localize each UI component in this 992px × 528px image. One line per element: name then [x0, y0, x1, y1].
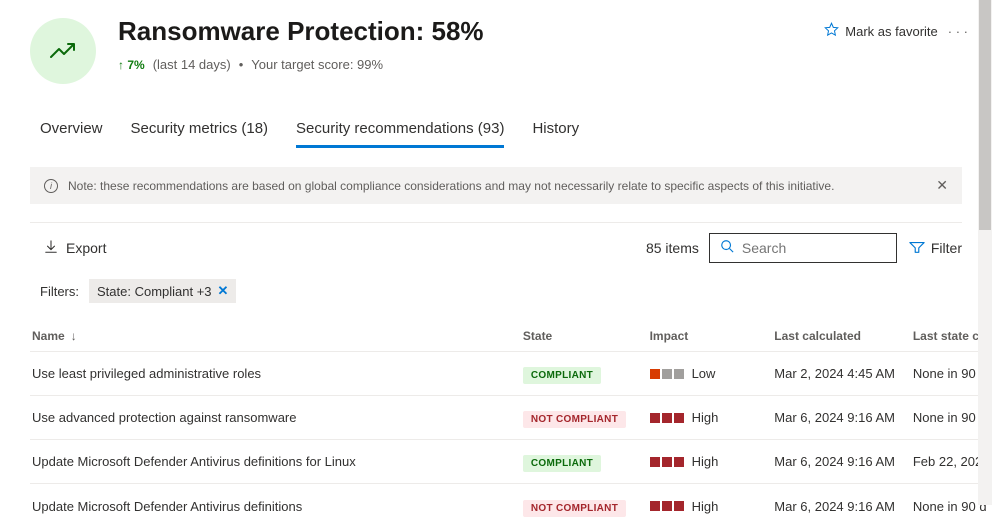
cell-last-calculated: Mar 6, 2024 9:16 AM: [774, 410, 913, 425]
status-badge: COMPLIANT: [523, 455, 601, 472]
download-icon: [44, 240, 58, 257]
tab-history[interactable]: History: [532, 120, 579, 148]
impact-bars-icon: [650, 501, 684, 511]
cell-last-calculated: Mar 2, 2024 4:45 AM: [774, 366, 913, 381]
filter-chip-state[interactable]: State: Compliant +3 ✕: [89, 279, 236, 303]
trend-up-icon: [30, 18, 96, 84]
separator-dot: •: [239, 57, 244, 72]
table-row[interactable]: Update Microsoft Defender Antivirus defi…: [30, 440, 992, 484]
cell-impact: High: [650, 499, 775, 514]
recommendations-table: Name ↓ State Impact Last calculated Last…: [30, 321, 992, 528]
cell-impact: High: [650, 454, 775, 469]
filter-icon: [909, 240, 925, 257]
search-icon: [720, 239, 734, 258]
mark-favorite-button[interactable]: Mark as favorite: [824, 22, 937, 40]
cell-name: Use least privileged administrative role…: [30, 366, 523, 381]
cell-last-calculated: Mar 6, 2024 9:16 AM: [774, 499, 913, 514]
filter-label: Filter: [931, 240, 962, 256]
trend-window: (last 14 days): [153, 57, 231, 72]
export-label: Export: [66, 240, 106, 256]
table-row[interactable]: Use advanced protection against ransomwa…: [30, 396, 992, 440]
page-title: Ransomware Protection: 58%: [118, 16, 824, 47]
cell-state: COMPLIANT: [523, 454, 650, 469]
filters-label: Filters:: [40, 284, 79, 299]
sort-down-icon: ↓: [71, 329, 77, 343]
status-badge: COMPLIANT: [523, 367, 601, 384]
info-icon: i: [44, 179, 58, 193]
status-badge: NOT COMPLIANT: [523, 411, 626, 428]
search-input[interactable]: [742, 240, 886, 256]
impact-bars-icon: [650, 413, 684, 423]
cell-state: COMPLIANT: [523, 366, 650, 381]
close-banner-button[interactable]: ✕: [936, 177, 948, 194]
tab-bar: Overview Security metrics (18) Security …: [0, 84, 992, 149]
col-header-name[interactable]: Name ↓: [30, 329, 523, 343]
col-header-last-calculated[interactable]: Last calculated: [774, 329, 913, 343]
cell-impact: High: [650, 410, 775, 425]
cell-last-calculated: Mar 6, 2024 9:16 AM: [774, 454, 913, 469]
tab-security-metrics[interactable]: Security metrics (18): [131, 120, 269, 148]
impact-bars-icon: [650, 457, 684, 467]
filter-button[interactable]: Filter: [909, 240, 962, 257]
col-header-state[interactable]: State: [523, 329, 650, 343]
cell-name: Update Microsoft Defender Antivirus defi…: [30, 454, 523, 469]
remove-filter-icon[interactable]: ✕: [218, 283, 229, 299]
filter-chip-text: State: Compliant +3: [97, 284, 212, 299]
tab-security-recommendations[interactable]: Security recommendations (93): [296, 120, 504, 148]
banner-text: Note: these recommendations are based on…: [68, 179, 834, 193]
scrollbar-thumb[interactable]: [979, 0, 991, 230]
cell-name: Update Microsoft Defender Antivirus defi…: [30, 499, 523, 514]
cell-state: NOT COMPLIANT: [523, 499, 650, 514]
vertical-scrollbar[interactable]: [978, 0, 992, 505]
search-box[interactable]: [709, 233, 897, 263]
favorite-label: Mark as favorite: [845, 24, 937, 39]
target-score-label: Your target score: 99%: [251, 57, 383, 72]
up-arrow-icon: ↑: [118, 58, 124, 72]
item-count: 85 items: [646, 240, 699, 256]
status-badge: NOT COMPLIANT: [523, 500, 626, 517]
cell-name: Use advanced protection against ransomwa…: [30, 410, 523, 425]
table-header-row: Name ↓ State Impact Last calculated Last…: [30, 321, 992, 352]
info-banner: i Note: these recommendations are based …: [30, 167, 962, 204]
trend-badge: ↑ 7%: [118, 58, 145, 72]
impact-bars-icon: [650, 369, 684, 379]
cell-impact: Low: [650, 366, 775, 381]
col-header-impact[interactable]: Impact: [650, 329, 775, 343]
table-row[interactable]: Update Microsoft Defender Antivirus defi…: [30, 484, 992, 528]
tab-overview[interactable]: Overview: [40, 120, 103, 148]
table-row[interactable]: Use least privileged administrative role…: [30, 352, 992, 396]
star-icon: [824, 22, 839, 40]
more-actions-button[interactable]: · · ·: [948, 24, 968, 39]
cell-state: NOT COMPLIANT: [523, 410, 650, 425]
export-button[interactable]: Export: [44, 240, 106, 257]
